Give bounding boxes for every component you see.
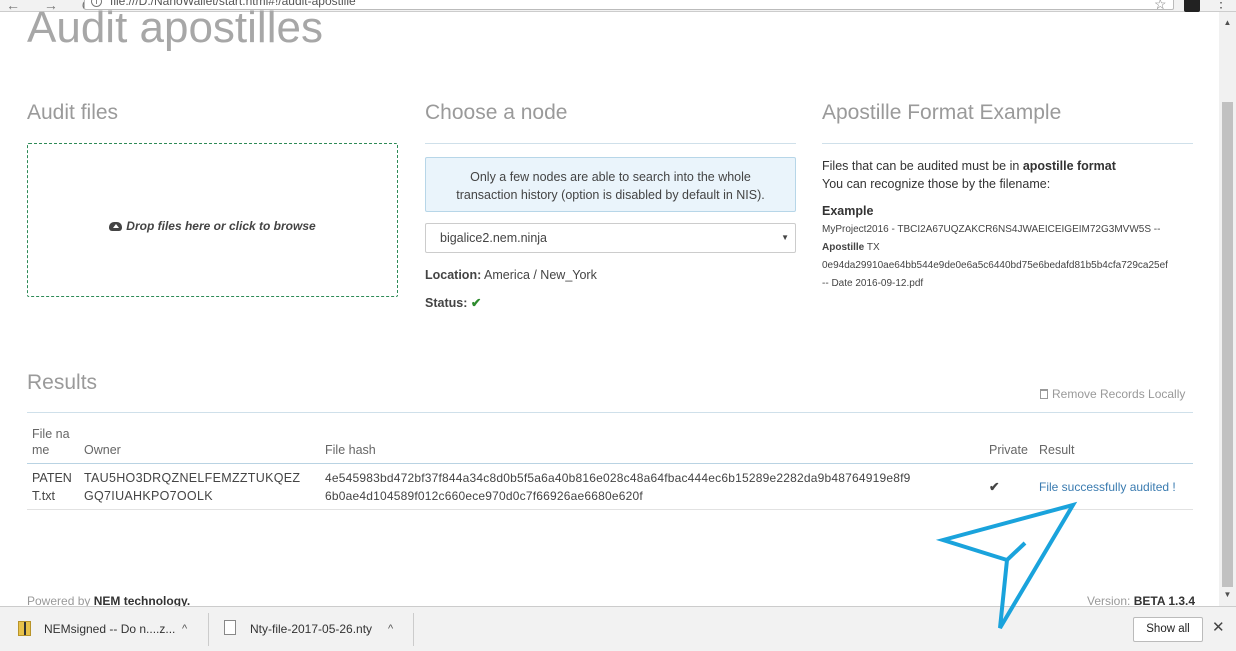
node-info-line-1: Only a few nodes are able to search into… [470, 170, 751, 184]
page-scrollbar[interactable]: ▲ ▼ [1219, 12, 1236, 606]
node-select-value: bigalice2.nem.ninja [440, 231, 548, 245]
file-icon [224, 620, 236, 635]
page-title: Audit apostilles [27, 3, 323, 52]
results-heading: Results [27, 371, 98, 394]
node-status: Status: ✔ [425, 295, 481, 310]
download-separator [208, 613, 209, 646]
trash-icon [1040, 389, 1048, 399]
example-line-1: MyProject2016 - TBCI2A67UQZAKCR6NS4JWAEI… [822, 224, 1161, 235]
cell-owner-line-1: TAU5HO3DRQZNELFEMZZTUKQEZ [84, 471, 301, 485]
cell-hash: 4e545983bd472bf37f844a34c8d0b5f5a6a40b81… [325, 469, 911, 505]
download-item-1[interactable]: NEMsigned -- Do n....z... [44, 613, 175, 646]
cell-filename: PATEN T.txt [32, 469, 72, 505]
cell-hash-line-1: 4e545983bd472bf37f844a34c8d0b5f5a6a40b81… [325, 471, 911, 485]
column-header-owner: Owner [84, 443, 121, 457]
scroll-down-arrow-icon[interactable]: ▼ [1219, 590, 1236, 599]
status-label: Status: [425, 296, 468, 310]
format-line-1-text: Files that can be audited must be in [822, 159, 1023, 173]
node-info-box: Only a few nodes are able to search into… [425, 157, 796, 212]
status-check-icon: ✔ [470, 296, 482, 310]
column-header-filename-line-1: File na [32, 427, 70, 441]
show-all-button[interactable]: Show all [1133, 617, 1203, 642]
column-header-result: Result [1039, 443, 1075, 457]
cell-filename-line-2: T.txt [32, 489, 55, 503]
column-header-filename: File na me [32, 426, 70, 458]
format-example-heading: Apostille Format Example [822, 101, 1062, 124]
extension-icon[interactable] [1184, 0, 1200, 12]
example-line-4: -- Date 2016-09-12.pdf [822, 278, 924, 289]
column-header-filename-line-2: me [32, 443, 50, 457]
browser-menu-icon[interactable]: ⋮ [1214, 0, 1228, 11]
cloud-upload-icon [109, 222, 123, 231]
download-shelf: NEMsigned -- Do n....z... ^ Nty-file-201… [0, 606, 1236, 651]
choose-node-heading: Choose a node [425, 101, 568, 124]
table-row-divider [27, 509, 1193, 510]
format-line-1-bold: apostille format [1022, 159, 1116, 173]
node-info-line-2: transaction history (option is disabled … [456, 188, 765, 202]
scrollbar-thumb[interactable] [1222, 102, 1233, 587]
example-line-3: 0e94da29910ae64bb544e9de0e6a5c6440bd75e6… [822, 260, 1168, 271]
download-separator [413, 613, 414, 646]
drop-zone-label: Drop files here or click to browse [28, 219, 397, 233]
node-location: Location: America / New_York [425, 268, 597, 282]
node-select[interactable]: bigalice2.nem.ninja ▼ [425, 223, 796, 253]
column-header-hash: File hash [325, 443, 376, 457]
example-label: Example [822, 204, 874, 218]
cell-hash-line-2: 6b0ae4d104589f012c660ece970d0c7f66926ae6… [325, 489, 643, 503]
bookmark-star-icon[interactable]: ☆ [1154, 0, 1167, 13]
results-divider [27, 412, 1193, 413]
example-tx-text: TX [864, 242, 880, 253]
format-section-divider [822, 143, 1193, 144]
format-description-line-2: You can recognize those by the filename: [822, 177, 1051, 191]
column-header-private: Private [989, 443, 1028, 457]
format-description-line-1: Files that can be audited must be in apo… [822, 159, 1116, 173]
drop-zone-text: Drop files here or click to browse [126, 219, 316, 233]
example-line-2: Apostille TX [822, 242, 880, 253]
cell-owner: TAU5HO3DRQZNELFEMZZTUKQEZ GQ7IUAHKPO7OOL… [84, 469, 300, 505]
file-drop-zone[interactable]: Drop files here or click to browse [27, 143, 398, 297]
cell-owner-line-2: GQ7IUAHKPO7OOLK [84, 489, 213, 503]
audit-files-heading: Audit files [27, 101, 119, 124]
download-item-2-chevron-icon[interactable]: ^ [388, 613, 393, 646]
result-status-link[interactable]: File successfully audited ! [1039, 480, 1176, 494]
zip-file-icon [18, 621, 31, 636]
table-header-divider [27, 463, 1193, 464]
location-label: Location: [425, 268, 482, 282]
close-icon[interactable]: ✕ [1212, 618, 1225, 636]
download-item-2[interactable]: Nty-file-2017-05-26.nty [250, 613, 372, 646]
node-section-divider [425, 143, 796, 144]
download-item-1-chevron-icon[interactable]: ^ [182, 613, 187, 646]
cell-filename-line-1: PATEN [32, 471, 72, 485]
chevron-down-icon: ▼ [781, 233, 789, 242]
example-apostille-bold: Apostille [822, 242, 865, 253]
remove-records-button[interactable]: Remove Records Locally [1040, 387, 1185, 401]
remove-records-label: Remove Records Locally [1052, 387, 1186, 401]
scroll-up-arrow-icon[interactable]: ▲ [1219, 18, 1236, 27]
location-value: America / New_York [484, 268, 597, 282]
private-check-icon: ✔ [989, 480, 1000, 494]
